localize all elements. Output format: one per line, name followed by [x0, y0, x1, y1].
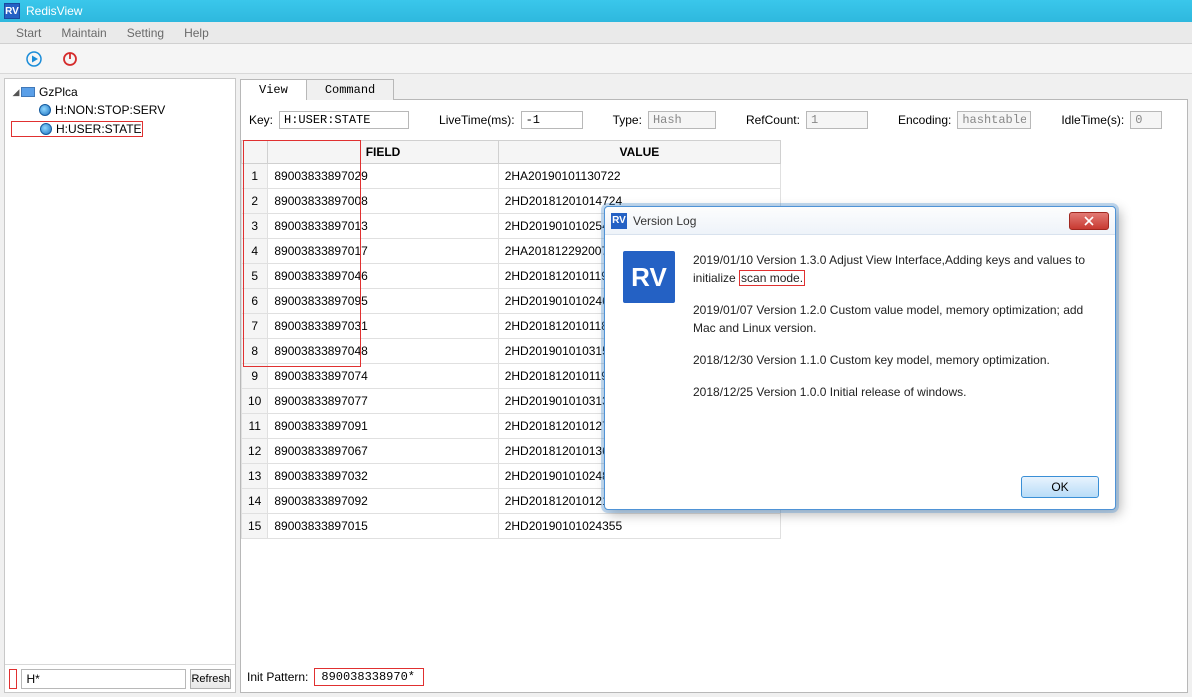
tree-key-label: H:USER:STATE: [56, 122, 142, 136]
ok-button[interactable]: OK: [1021, 476, 1099, 498]
key-field[interactable]: [279, 111, 409, 129]
type-field: [648, 111, 716, 129]
rownum: 8: [242, 339, 268, 364]
value-cell: 2HD20190101024355: [498, 514, 780, 539]
power-button[interactable]: [54, 48, 86, 70]
tab-command[interactable]: Command: [306, 79, 394, 100]
menu-start[interactable]: Start: [6, 23, 51, 43]
refresh-button[interactable]: Refresh: [190, 669, 231, 689]
rownum: 5: [242, 264, 268, 289]
dialog-title: Version Log: [633, 214, 1069, 228]
tree: ◢ GzPlca H:NON:STOP:SERV H:USER:STATE: [5, 79, 235, 664]
server-icon: [21, 87, 35, 97]
rownum: 11: [242, 414, 268, 439]
field-cell: 89003833897017: [268, 239, 498, 264]
rownum: 10: [242, 389, 268, 414]
field-cell: 89003833897095: [268, 289, 498, 314]
field-cell: 89003833897077: [268, 389, 498, 414]
field-cell: 89003833897031: [268, 314, 498, 339]
col-field: FIELD: [268, 141, 498, 164]
field-cell: 89003833897067: [268, 439, 498, 464]
tab-view[interactable]: View: [240, 79, 307, 100]
collapse-icon: ◢: [11, 87, 21, 98]
globe-icon: [39, 104, 51, 116]
rownum: 4: [242, 239, 268, 264]
rownum: 13: [242, 464, 268, 489]
pattern-box: [9, 669, 17, 689]
livetime-field[interactable]: [521, 111, 583, 129]
value-cell: 2HA20190101130722: [498, 164, 780, 189]
init-pattern-row: Init Pattern:: [241, 662, 1187, 692]
version-log: 2019/01/10 Version 1.3.0 Adjust View Int…: [693, 251, 1097, 453]
log-entry: 2019/01/07 Version 1.2.0 Custom value mo…: [693, 301, 1097, 337]
idletime-field: [1130, 111, 1162, 129]
col-rownum: [242, 141, 268, 164]
idletime-label: IdleTime(s):: [1061, 113, 1124, 127]
log-entry: 2018/12/30 Version 1.1.0 Custom key mode…: [693, 351, 1097, 369]
key-label: Key:: [249, 113, 273, 127]
field-cell: 89003833897046: [268, 264, 498, 289]
play-icon: [26, 51, 42, 67]
title-bar: RV RedisView: [0, 0, 1192, 22]
rownum: 15: [242, 514, 268, 539]
sidebar: ◢ GzPlca H:NON:STOP:SERV H:USER:STATE Re…: [4, 78, 236, 693]
app-title: RedisView: [26, 4, 82, 18]
type-label: Type:: [613, 113, 642, 127]
tree-root-label: GzPlca: [39, 85, 78, 99]
sidebar-footer: Refresh: [5, 664, 235, 692]
field-cell: 89003833897013: [268, 214, 498, 239]
pattern-input[interactable]: [21, 669, 186, 689]
livetime-label: LiveTime(ms):: [439, 113, 515, 127]
close-icon: [1083, 216, 1095, 226]
field-cell: 89003833897032: [268, 464, 498, 489]
rownum: 1: [242, 164, 268, 189]
init-label: Init Pattern:: [247, 670, 308, 684]
table-row[interactable]: 1890038338970292HA20190101130722: [242, 164, 781, 189]
dialog-app-icon: RV: [623, 251, 675, 303]
rownum: 3: [242, 214, 268, 239]
app-icon: RV: [611, 213, 627, 229]
rownum: 7: [242, 314, 268, 339]
globe-icon: [40, 123, 52, 135]
encoding-field: [957, 111, 1031, 129]
toolbar: [0, 44, 1192, 74]
power-icon: [62, 51, 78, 67]
rownum: 14: [242, 489, 268, 514]
field-cell: 89003833897048: [268, 339, 498, 364]
tabs: View Command: [240, 78, 1188, 100]
menu-help[interactable]: Help: [174, 23, 219, 43]
rownum: 9: [242, 364, 268, 389]
refcount-label: RefCount:: [746, 113, 800, 127]
field-cell: 89003833897029: [268, 164, 498, 189]
encoding-label: Encoding:: [898, 113, 951, 127]
init-pattern-input[interactable]: [314, 668, 424, 686]
menu-maintain[interactable]: Maintain: [51, 23, 116, 43]
tree-key-0[interactable]: H:NON:STOP:SERV: [7, 101, 233, 119]
close-button[interactable]: [1069, 212, 1109, 230]
field-cell: 89003833897074: [268, 364, 498, 389]
tree-key-label: H:NON:STOP:SERV: [55, 103, 165, 117]
field-cell: 89003833897008: [268, 189, 498, 214]
app-icon: RV: [4, 3, 20, 19]
log-entry: 2019/01/10 Version 1.3.0 Adjust View Int…: [693, 251, 1097, 287]
field-cell: 89003833897092: [268, 489, 498, 514]
properties-row: Key: LiveTime(ms): Type: RefCount: Encod…: [241, 100, 1187, 140]
col-value: VALUE: [498, 141, 780, 164]
field-cell: 89003833897015: [268, 514, 498, 539]
table-row[interactable]: 15890038338970152HD20190101024355: [242, 514, 781, 539]
menu-bar: Start Maintain Setting Help: [0, 22, 1192, 44]
refcount-field: [806, 111, 868, 129]
log-entry: 2018/12/25 Version 1.0.0 Initial release…: [693, 383, 1097, 401]
rownum: 2: [242, 189, 268, 214]
play-button[interactable]: [18, 48, 50, 70]
dialog-titlebar[interactable]: RV Version Log: [605, 207, 1115, 235]
version-dialog: RV Version Log RV 2019/01/10 Version 1.3…: [604, 206, 1116, 510]
menu-setting[interactable]: Setting: [117, 23, 174, 43]
tree-root[interactable]: ◢ GzPlca: [7, 83, 233, 101]
field-cell: 89003833897091: [268, 414, 498, 439]
tree-key-1[interactable]: H:USER:STATE: [7, 119, 233, 139]
rownum: 6: [242, 289, 268, 314]
rownum: 12: [242, 439, 268, 464]
